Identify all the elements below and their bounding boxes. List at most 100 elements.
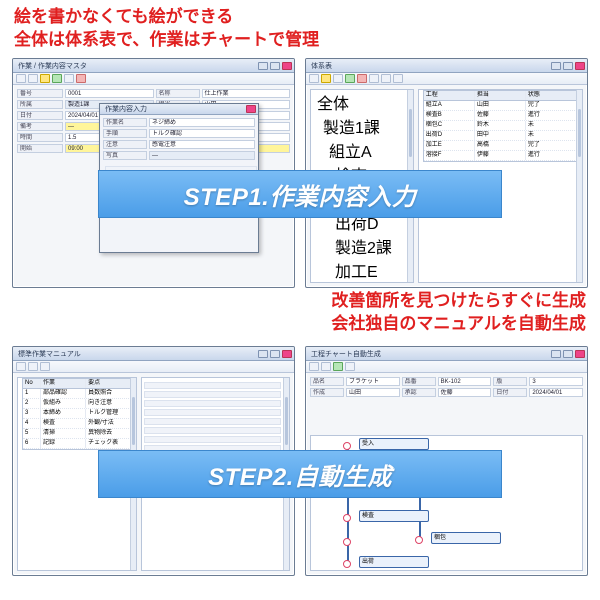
window-form-toolbar <box>13 73 294 85</box>
close-button[interactable] <box>282 62 292 70</box>
close-button[interactable] <box>575 350 585 358</box>
flow-node[interactable]: 検査 <box>359 510 429 522</box>
min-button[interactable] <box>551 350 561 358</box>
toolbar-button[interactable] <box>28 74 38 83</box>
toolbar-button[interactable] <box>40 74 50 83</box>
toolbar-button[interactable] <box>309 362 319 371</box>
table-cell: 本締め <box>41 409 86 418</box>
form-value[interactable]: 佐藤 <box>438 388 492 397</box>
toolbar-button[interactable] <box>333 74 343 83</box>
tree-node[interactable]: 加工E <box>311 258 413 282</box>
window-chart-titlebar: 工程チャート自動生成 <box>306 347 587 361</box>
min-button[interactable] <box>258 62 268 70</box>
toolbar-button[interactable] <box>76 74 86 83</box>
table-row[interactable]: 2仮組み向き注意 <box>23 399 131 409</box>
form-label: 時間 <box>17 133 63 142</box>
table-cell: 2 <box>23 399 41 408</box>
dialog-input[interactable]: ネジ締め <box>149 118 255 127</box>
toolbar-button[interactable] <box>16 74 26 83</box>
col-header[interactable]: 作業 <box>41 379 86 388</box>
toolbar-button[interactable] <box>16 362 26 371</box>
form-value[interactable]: BK-102 <box>438 377 492 386</box>
max-button[interactable] <box>563 62 573 70</box>
flow-node[interactable]: 受入 <box>359 438 429 450</box>
table-cell: 溶接F <box>424 151 475 160</box>
toolbar-button[interactable] <box>321 362 331 371</box>
dialog-input[interactable]: 感電注意 <box>149 140 255 149</box>
toolbar-button[interactable] <box>333 362 343 371</box>
window-tree-titlebar: 体系表 <box>306 59 587 73</box>
tree-node[interactable]: 溶接F <box>311 282 413 283</box>
toolbar-button[interactable] <box>321 74 331 83</box>
toolbar-button[interactable] <box>393 74 403 83</box>
toolbar-button[interactable] <box>64 74 74 83</box>
toolbar-button[interactable] <box>40 362 50 371</box>
close-button[interactable] <box>575 62 585 70</box>
col-header[interactable]: No <box>23 379 41 388</box>
table-cell: 山田 <box>475 101 526 110</box>
toolbar-button[interactable] <box>345 362 355 371</box>
form-label: 承認 <box>402 388 436 397</box>
table-row[interactable]: 3本締めトルク管理 <box>23 409 131 419</box>
dialog-input[interactable]: — <box>149 151 255 160</box>
min-button[interactable] <box>551 62 561 70</box>
table-row[interactable]: 加工E高橋完了 <box>424 141 577 151</box>
toolbar-button[interactable] <box>52 74 62 83</box>
flow-node[interactable]: 出荷 <box>359 556 429 568</box>
table-row[interactable]: 5清掃異物除去 <box>23 429 131 439</box>
form-label: 版 <box>493 377 527 386</box>
tree-node[interactable]: 全体 <box>311 90 413 114</box>
table-cell: 清掃 <box>41 429 86 438</box>
table-cell: 出荷D <box>424 131 475 140</box>
max-button[interactable] <box>270 62 280 70</box>
form-value[interactable]: 仕上作業 <box>202 89 291 98</box>
tree-node[interactable]: 組立A <box>311 138 413 162</box>
table-row[interactable]: 溶接F伊藤進行 <box>424 151 577 161</box>
table-row[interactable]: 組立A山田完了 <box>424 101 577 111</box>
toolbar-button[interactable] <box>369 74 379 83</box>
table-cell: 田中 <box>475 131 526 140</box>
dialog-titlebar[interactable]: 作業内容入力 <box>100 104 258 115</box>
dialog-input[interactable]: トルク確認 <box>149 129 255 138</box>
table-cell: 鈴木 <box>475 121 526 130</box>
form-value[interactable]: 2024/04/01 <box>529 388 583 397</box>
chart-header: 品名 ブラケット 品番 BK-102 版 3 作成 山田 承認 佐藤 日付 20… <box>310 377 583 397</box>
table-cell: 検査 <box>41 419 86 428</box>
col-header[interactable]: 要点 <box>86 379 131 388</box>
col-header[interactable]: 状態 <box>526 91 577 100</box>
form-label: 品名 <box>310 377 344 386</box>
table-row[interactable]: 1部品確認員数照合 <box>23 389 131 399</box>
close-button[interactable] <box>282 350 292 358</box>
table-cell: 部品確認 <box>41 389 86 398</box>
flow-node[interactable]: 梱包 <box>431 532 501 544</box>
dialog-close-button[interactable] <box>246 105 256 113</box>
tree-node[interactable]: 製造2課 <box>311 234 413 258</box>
table-cell: 記録 <box>41 439 86 448</box>
window-manual-title: 標準作業マニュアル <box>15 349 81 359</box>
table-cell: 1 <box>23 389 41 398</box>
table-row[interactable]: 4検査外観/寸法 <box>23 419 131 429</box>
max-button[interactable] <box>270 350 280 358</box>
table-cell: 検査B <box>424 111 475 120</box>
toolbar-button[interactable] <box>381 74 391 83</box>
toolbar-button[interactable] <box>345 74 355 83</box>
scrollbar[interactable] <box>576 90 582 282</box>
window-chart-title: 工程チャート自動生成 <box>308 349 381 359</box>
form-value[interactable]: 山田 <box>346 388 400 397</box>
toolbar-button[interactable] <box>357 74 367 83</box>
form-value[interactable]: 3 <box>529 377 583 386</box>
table-row[interactable]: 6記録チェック表 <box>23 439 131 449</box>
form-value[interactable]: ブラケット <box>346 377 400 386</box>
table-row[interactable]: 出荷D田中未 <box>424 131 577 141</box>
toolbar-button[interactable] <box>309 74 319 83</box>
min-button[interactable] <box>258 350 268 358</box>
dialog-label: 手順 <box>103 129 147 138</box>
col-header[interactable]: 工程 <box>424 91 475 100</box>
tree-node[interactable]: 製造1課 <box>311 114 413 138</box>
toolbar-button[interactable] <box>28 362 38 371</box>
table-row[interactable]: 梱包C鈴木未 <box>424 121 577 131</box>
col-header[interactable]: 担当 <box>475 91 526 100</box>
form-value[interactable]: 0001 <box>65 89 154 98</box>
table-row[interactable]: 検査B佐藤進行 <box>424 111 577 121</box>
max-button[interactable] <box>563 350 573 358</box>
